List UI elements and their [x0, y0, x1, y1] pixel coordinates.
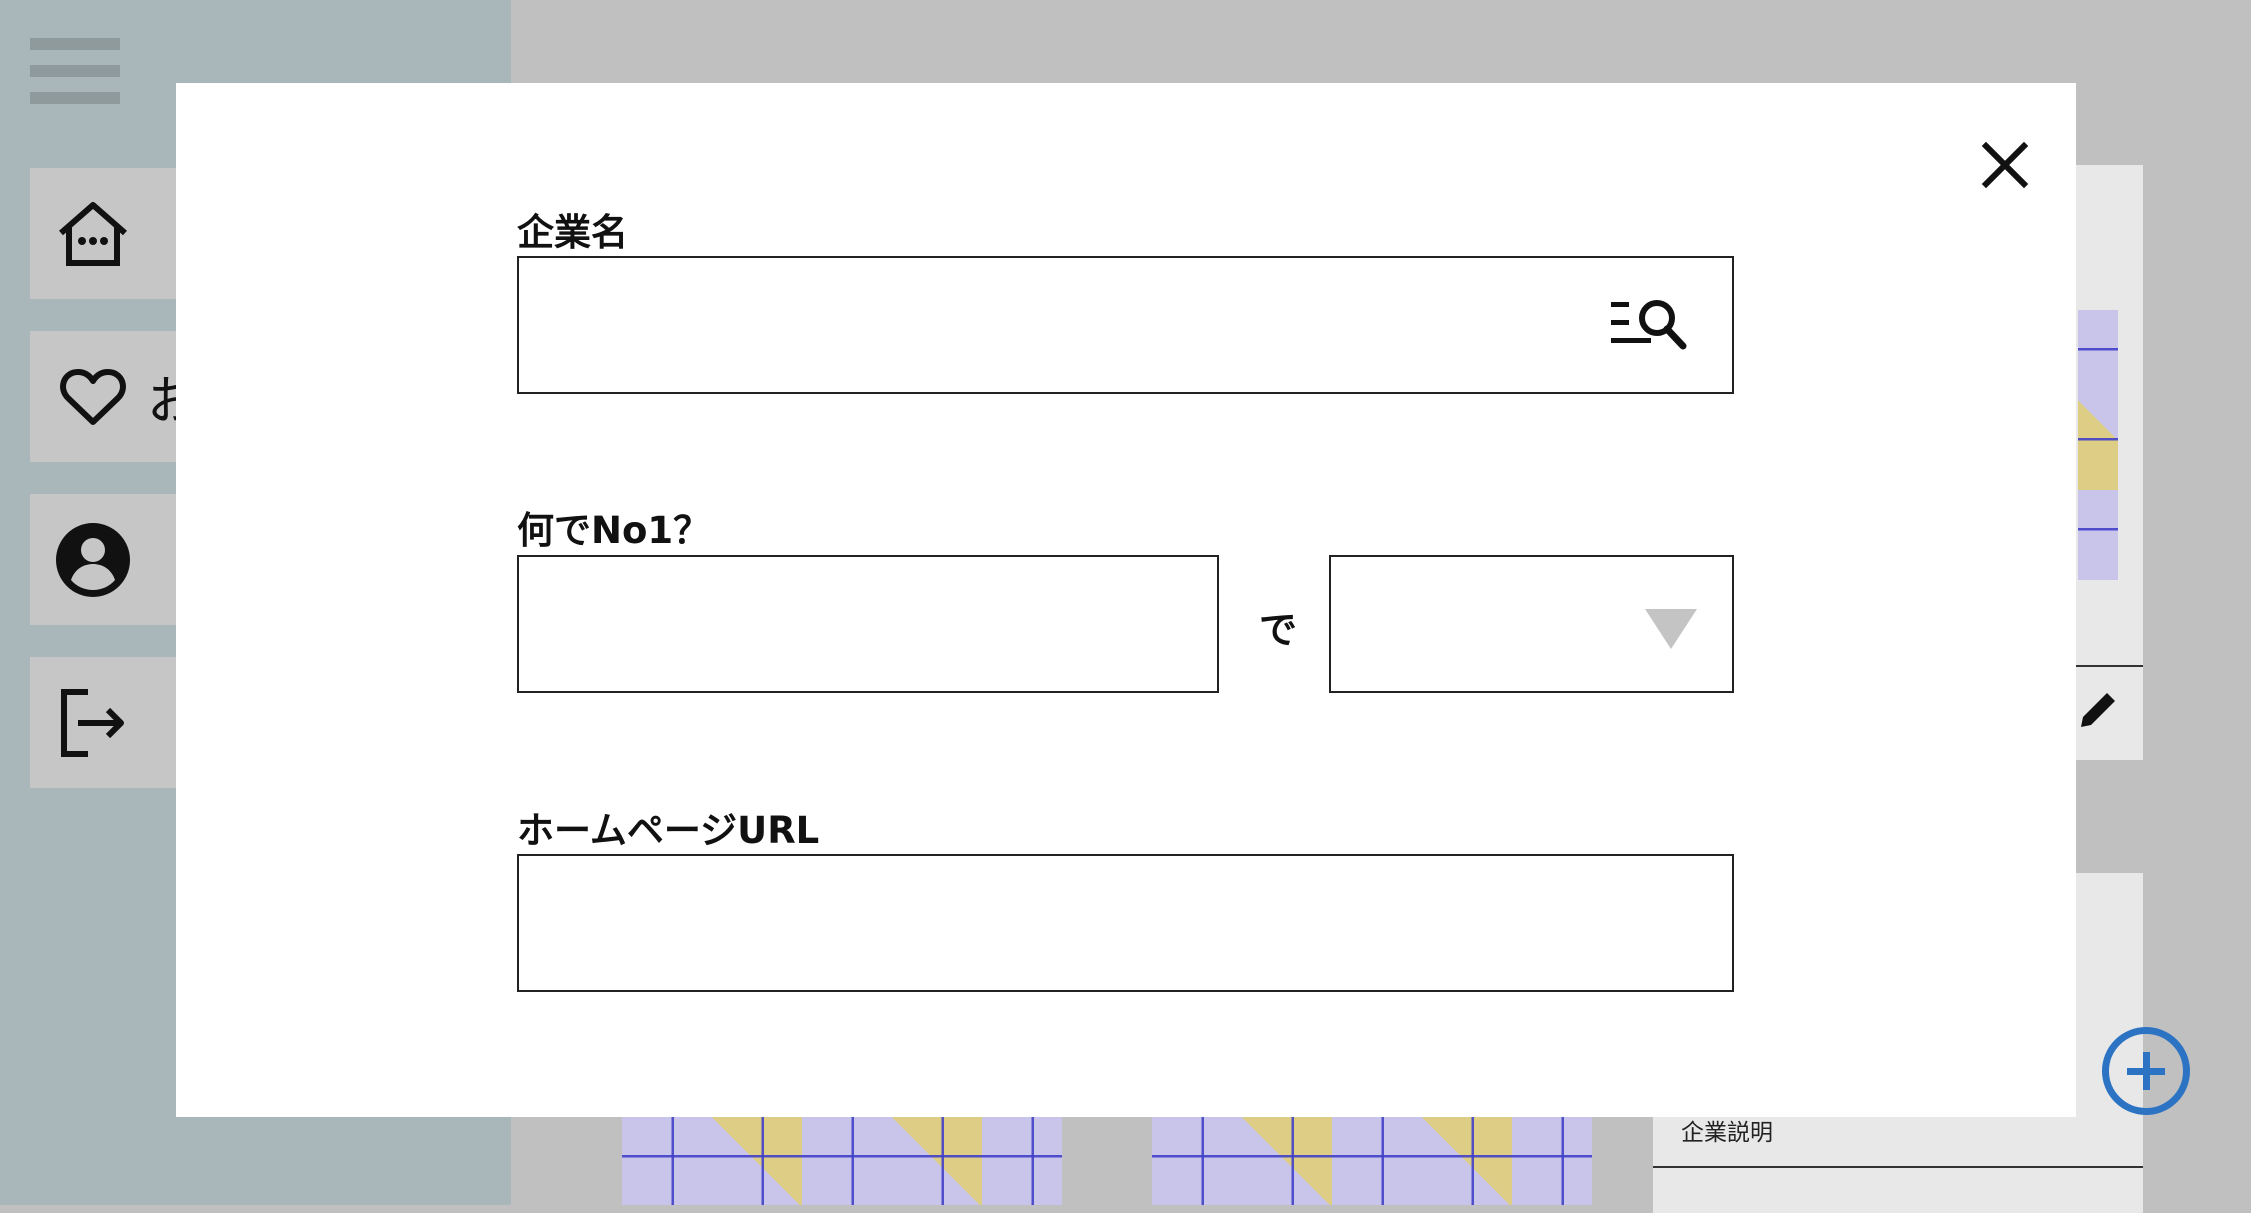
homepage-url-field[interactable] [517, 854, 1734, 992]
card-image [1152, 1117, 1592, 1205]
add-button[interactable] [2102, 1027, 2190, 1115]
connector-text: で [1259, 608, 1298, 652]
card-image [2078, 310, 2118, 580]
heart-icon [53, 357, 133, 437]
chevron-down-icon [1643, 607, 1699, 651]
company-name-field[interactable] [517, 256, 1734, 394]
number-one-field[interactable] [517, 555, 1219, 693]
hamburger-menu-icon[interactable] [30, 38, 120, 104]
divider [1653, 1166, 2143, 1168]
card-image [622, 1117, 1062, 1205]
category-select[interactable] [1329, 555, 1734, 693]
company-name-label: 企業名 [517, 211, 628, 254]
account-circle-icon [53, 520, 133, 600]
homepage-url-label: ホームページURL [517, 809, 820, 852]
list-search-icon[interactable] [1609, 296, 1699, 356]
number-one-label: 何でNo1？ [517, 509, 711, 552]
card-description: 企業説明 [1681, 1120, 1773, 1146]
logout-icon [53, 683, 133, 763]
edit-icon[interactable] [2073, 685, 2123, 735]
home-icon [53, 194, 133, 274]
close-icon[interactable] [1980, 140, 2030, 190]
